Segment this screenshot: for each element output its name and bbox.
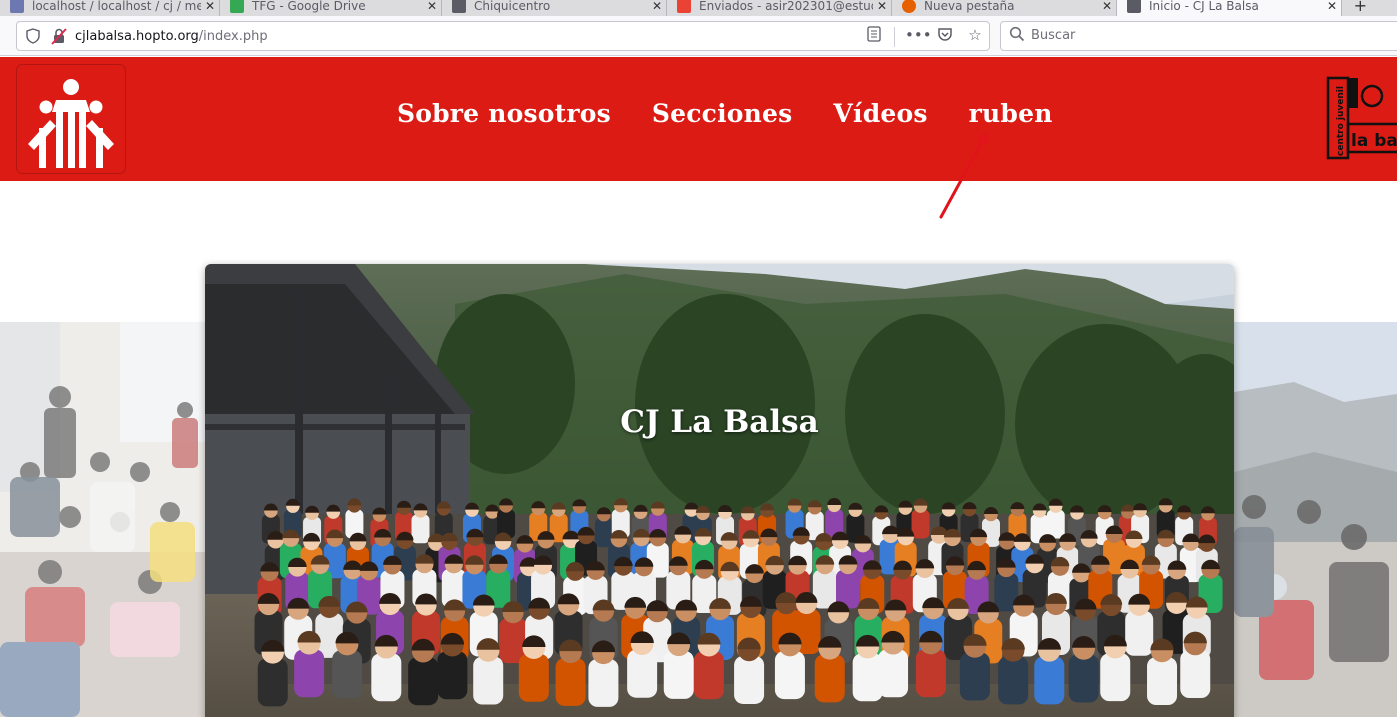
page-favicon-icon bbox=[452, 0, 466, 13]
crowd-person-body bbox=[555, 657, 586, 706]
pocket-icon[interactable] bbox=[935, 26, 955, 47]
logo-text-centro-juvenil: centro juvenil bbox=[1336, 86, 1346, 156]
tab-title: TFG - Google Drive bbox=[252, 0, 366, 13]
crowd-person-body bbox=[774, 651, 805, 700]
page-actions-icon[interactable]: ••• bbox=[905, 26, 932, 47]
crowd-person-body bbox=[1125, 610, 1154, 656]
hero-title: CJ La Balsa bbox=[620, 404, 819, 440]
close-tab-icon[interactable]: ✕ bbox=[648, 0, 666, 13]
crowd-person-body bbox=[518, 653, 549, 702]
firefox-favicon-icon bbox=[902, 0, 916, 13]
crowd-person-body bbox=[878, 649, 909, 698]
tab-title: Inicio - CJ La Balsa bbox=[1149, 0, 1259, 13]
search-bar[interactable] bbox=[1000, 21, 1397, 51]
nav-link-videos[interactable]: Vídeos bbox=[833, 99, 927, 128]
phpmyadmin-favicon-icon bbox=[10, 0, 24, 13]
browser-tab-strip: localhost / localhost / cj / me ✕ TFG - … bbox=[0, 0, 1397, 16]
page-favicon-icon bbox=[1127, 0, 1141, 13]
crowd-person-body bbox=[627, 649, 658, 698]
url-bar[interactable]: cjlabalsa.hopto.org/index.php ••• ☆ bbox=[16, 21, 990, 51]
url-host: cjlabalsa.hopto.org bbox=[75, 29, 199, 44]
crowd-person-body bbox=[693, 651, 724, 700]
site-logo[interactable] bbox=[16, 64, 126, 174]
browser-tab[interactable]: Chiquicentro ✕ bbox=[442, 0, 667, 16]
crowd-person-body bbox=[998, 656, 1029, 705]
crowd-person-body bbox=[911, 509, 930, 539]
logo-text-la-balsa: la balsa bbox=[1351, 131, 1397, 151]
google-drive-favicon-icon bbox=[230, 0, 244, 13]
previous-slide-image[interactable] bbox=[0, 322, 205, 717]
crowd-person-body bbox=[734, 655, 765, 704]
crowd-person-body bbox=[411, 514, 430, 544]
tab-title: Nueva pestaña bbox=[924, 0, 1015, 13]
crowd-person-body bbox=[1100, 653, 1131, 702]
nav-link-secciones[interactable]: Secciones bbox=[652, 99, 793, 128]
crowd-person-body bbox=[1147, 657, 1178, 706]
crowd-person-body bbox=[294, 649, 325, 698]
crowd-person-body bbox=[1046, 509, 1065, 539]
crowd-person-body bbox=[408, 657, 439, 706]
browser-tab[interactable]: localhost / localhost / cj / me ✕ bbox=[0, 0, 220, 16]
crowd-person-body bbox=[594, 518, 613, 548]
group-photo-image bbox=[205, 264, 1234, 717]
browser-tab-active[interactable]: Inicio - CJ La Balsa ✕ bbox=[1117, 0, 1342, 16]
crowd-person-body bbox=[959, 652, 990, 701]
gmail-favicon-icon bbox=[677, 0, 691, 13]
tab-title: Enviados - asir202301@estud bbox=[699, 0, 873, 13]
hero-slide[interactable]: CJ La Balsa bbox=[205, 264, 1234, 717]
crowd-person-body bbox=[1068, 654, 1099, 703]
crowd-person-body bbox=[1034, 656, 1065, 705]
crowd-person-body bbox=[588, 658, 619, 707]
tab-title: Chiquicentro bbox=[474, 0, 551, 13]
tab-title: localhost / localhost / cj / me bbox=[32, 0, 201, 13]
crowd-person-body bbox=[257, 658, 288, 707]
centro-juvenil-logo[interactable]: centro juvenil la balsa bbox=[1326, 76, 1397, 160]
site-header: Sobre nosotros Secciones Vídeos ruben ce… bbox=[0, 57, 1397, 181]
crowd-person-body bbox=[814, 654, 845, 703]
close-tab-icon[interactable]: ✕ bbox=[1098, 0, 1116, 13]
url-path: /index.php bbox=[198, 29, 268, 44]
crowd-person-body bbox=[437, 651, 468, 700]
toolbar-divider bbox=[894, 27, 895, 47]
close-tab-icon[interactable]: ✕ bbox=[201, 0, 219, 13]
slide-fade-overlay bbox=[1234, 322, 1397, 717]
main-nav: Sobre nosotros Secciones Vídeos ruben bbox=[397, 99, 1053, 128]
search-input[interactable] bbox=[1031, 28, 1331, 43]
slide-fade-overlay bbox=[0, 322, 205, 717]
close-tab-icon[interactable]: ✕ bbox=[423, 0, 441, 13]
close-tab-icon[interactable]: ✕ bbox=[1323, 0, 1341, 13]
browser-toolbar: cjlabalsa.hopto.org/index.php ••• ☆ bbox=[0, 16, 1397, 56]
browser-tab[interactable]: TFG - Google Drive ✕ bbox=[220, 0, 442, 16]
search-icon bbox=[1009, 26, 1025, 46]
next-slide-image[interactable] bbox=[1234, 322, 1397, 717]
reader-view-icon[interactable] bbox=[864, 26, 884, 47]
nav-link-ruben[interactable]: ruben bbox=[969, 99, 1053, 128]
crowd-person-body bbox=[663, 650, 694, 699]
new-tab-icon[interactable]: + bbox=[1354, 0, 1367, 15]
insecure-lock-icon[interactable] bbox=[51, 27, 67, 49]
crowd-person-body bbox=[915, 649, 946, 698]
shield-icon[interactable] bbox=[26, 28, 40, 48]
crowd-person-body bbox=[371, 653, 402, 702]
crowd-person-body bbox=[1180, 650, 1211, 699]
crowd-person-body bbox=[473, 656, 504, 705]
close-tab-icon[interactable]: ✕ bbox=[873, 0, 891, 13]
nav-link-sobre-nosotros[interactable]: Sobre nosotros bbox=[397, 99, 611, 128]
bookmark-star-icon[interactable]: ☆ bbox=[965, 26, 985, 47]
browser-tab[interactable]: Enviados - asir202301@estud ✕ bbox=[667, 0, 892, 16]
crowd-person-body bbox=[332, 650, 363, 699]
url-text[interactable]: cjlabalsa.hopto.org/index.php bbox=[75, 29, 268, 44]
browser-tab[interactable]: Nueva pestaña ✕ bbox=[892, 0, 1117, 16]
